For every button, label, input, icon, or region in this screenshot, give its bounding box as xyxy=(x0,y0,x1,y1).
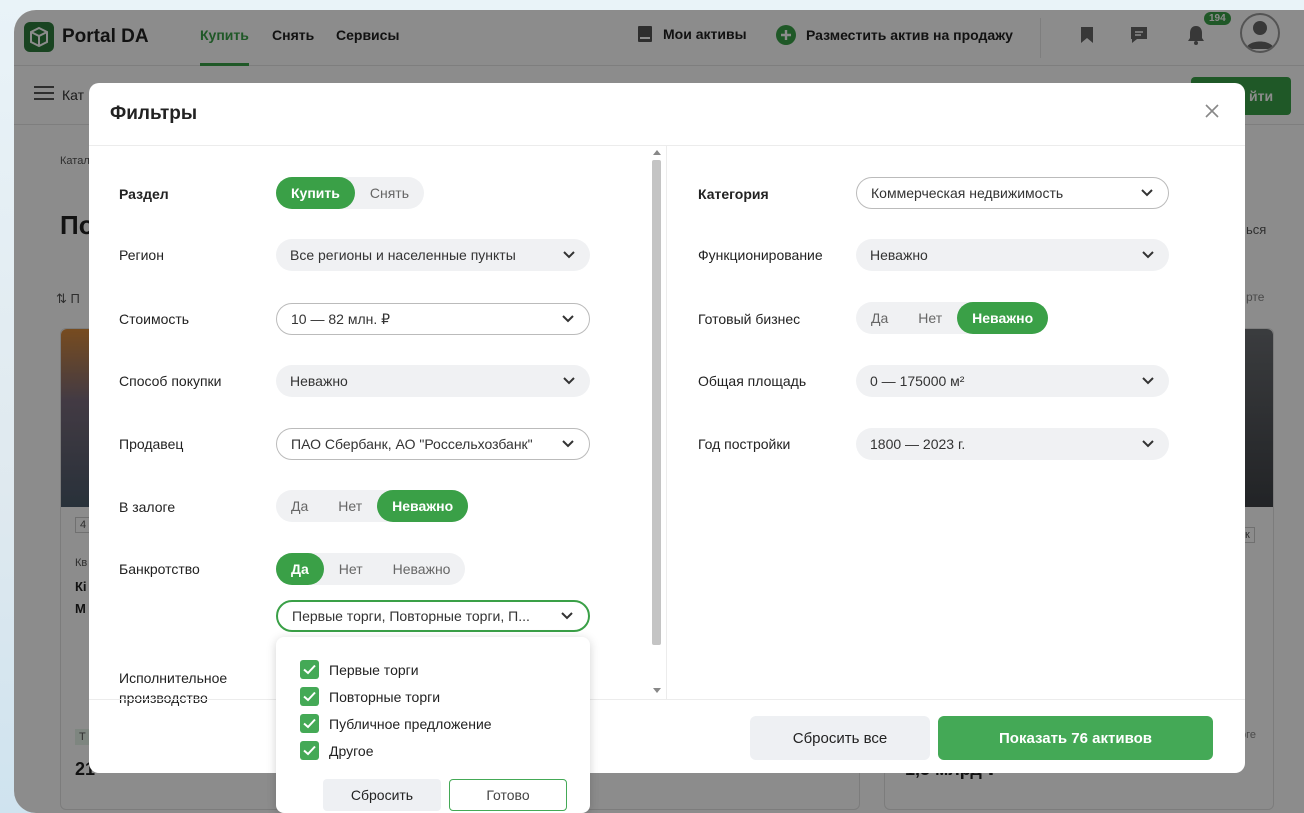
purchase-method-value: Неважно xyxy=(290,373,348,389)
modal-title: Фильтры xyxy=(110,103,198,124)
pledge-option-yes[interactable]: Да xyxy=(276,490,323,522)
ready-business-label: Готовый бизнес xyxy=(698,311,801,327)
enforcement-label-line2: производство xyxy=(119,690,208,706)
dropdown-reset-button[interactable]: Сбросить xyxy=(323,779,441,811)
filters-scrollbar[interactable] xyxy=(650,146,664,699)
build-year-label: Год постройки xyxy=(698,436,791,452)
column-divider xyxy=(666,146,667,699)
chevron-down-icon xyxy=(1141,189,1153,197)
auction-option-label: Публичное предложение xyxy=(329,715,492,732)
seller-value: ПАО Сбербанк, АО "Россельхозбанк" xyxy=(291,436,533,452)
category-label: Категория xyxy=(698,186,769,202)
chevron-down-icon xyxy=(562,315,574,323)
functioning-select[interactable]: Неважно xyxy=(856,239,1169,271)
seller-label: Продавец xyxy=(119,436,184,452)
check-icon xyxy=(303,718,316,729)
purchase-method-select[interactable]: Неважно xyxy=(276,365,590,397)
region-value: Все регионы и населенные пункты xyxy=(290,247,516,263)
ready-business-option-yes[interactable]: Да xyxy=(856,302,903,334)
close-icon[interactable] xyxy=(1205,104,1219,118)
pledge-option-any[interactable]: Неважно xyxy=(377,490,469,522)
chevron-down-icon xyxy=(562,440,574,448)
check-icon xyxy=(303,691,316,702)
auction-option-label: Повторные торги xyxy=(329,688,441,705)
auction-type-select[interactable]: Первые торги, Повторные торги, П... xyxy=(276,600,590,632)
auction-option-first[interactable]: Первые торги xyxy=(300,660,419,679)
total-area-value: 0 — 175000 м² xyxy=(870,373,965,389)
category-value: Коммерческая недвижимость xyxy=(871,185,1064,201)
chevron-down-icon xyxy=(1142,251,1154,259)
auction-type-value: Первые торги, Повторные торги, П... xyxy=(292,608,530,624)
section-option-buy[interactable]: Купить xyxy=(276,177,355,209)
bankruptcy-label: Банкротство xyxy=(119,561,200,577)
region-label: Регион xyxy=(119,247,164,263)
functioning-label: Функционирование xyxy=(698,247,823,263)
functioning-value: Неважно xyxy=(870,247,928,263)
auction-option-label: Первые торги xyxy=(329,661,419,678)
cost-select[interactable]: 10 — 82 млн. ₽ xyxy=(276,303,590,335)
auction-option-label: Другое xyxy=(329,742,374,759)
seller-select[interactable]: ПАО Сбербанк, АО "Россельхозбанк" xyxy=(276,428,590,460)
filters-modal: Фильтры Раздел Купить Снять Регион Все р… xyxy=(89,83,1245,773)
category-select[interactable]: Коммерческая недвижимость xyxy=(856,177,1169,209)
bankruptcy-toggle: Да Нет Неважно xyxy=(276,553,466,585)
bankruptcy-option-any[interactable]: Неважно xyxy=(378,553,466,585)
chevron-down-icon xyxy=(1142,440,1154,448)
purchase-method-label: Способ покупки xyxy=(119,373,222,389)
scroll-up-arrow[interactable] xyxy=(653,150,661,155)
chevron-down-icon xyxy=(563,377,575,385)
bankruptcy-option-yes[interactable]: Да xyxy=(276,553,324,585)
scroll-down-arrow[interactable] xyxy=(653,688,661,693)
show-results-button[interactable]: Показать 76 активов xyxy=(938,716,1213,760)
pledge-label: В залоге xyxy=(119,499,176,515)
build-year-select[interactable]: 1800 — 2023 г. xyxy=(856,428,1169,460)
enforcement-label: Исполнительное xyxy=(119,670,228,686)
ready-business-option-any[interactable]: Неважно xyxy=(957,302,1049,334)
auction-option-other[interactable]: Другое xyxy=(300,741,373,760)
dropdown-done-button[interactable]: Готово xyxy=(449,779,567,811)
section-toggle: Купить Снять xyxy=(276,177,424,209)
total-area-select[interactable]: 0 — 175000 м² xyxy=(856,365,1169,397)
section-label: Раздел xyxy=(119,186,169,202)
ready-business-toggle: Да Нет Неважно xyxy=(856,302,1049,334)
check-icon xyxy=(303,745,316,756)
checkbox-checked[interactable] xyxy=(300,687,319,706)
chevron-down-icon xyxy=(561,612,573,620)
section-option-rent[interactable]: Снять xyxy=(355,177,424,209)
total-area-label: Общая площадь xyxy=(698,373,807,389)
bankruptcy-option-no[interactable]: Нет xyxy=(324,553,378,585)
reset-all-button[interactable]: Сбросить все xyxy=(750,716,930,760)
checkbox-checked[interactable] xyxy=(300,741,319,760)
check-icon xyxy=(303,664,316,675)
auction-option-public-offer[interactable]: Публичное предложение xyxy=(300,714,492,733)
region-select[interactable]: Все регионы и населенные пункты xyxy=(276,239,590,271)
pledge-option-no[interactable]: Нет xyxy=(323,490,377,522)
checkbox-checked[interactable] xyxy=(300,660,319,679)
scroll-thumb[interactable] xyxy=(652,160,661,645)
ready-business-option-no[interactable]: Нет xyxy=(903,302,957,334)
chevron-down-icon xyxy=(1142,377,1154,385)
modal-footer-divider xyxy=(89,699,1245,700)
cost-value: 10 — 82 млн. ₽ xyxy=(291,310,391,327)
cost-label: Стоимость xyxy=(119,311,190,327)
auction-type-dropdown: Первые торги Повторные торги Публичное п… xyxy=(276,637,590,813)
modal-header-divider xyxy=(89,145,1245,146)
chevron-down-icon xyxy=(563,251,575,259)
auction-option-repeat[interactable]: Повторные торги xyxy=(300,687,440,706)
checkbox-checked[interactable] xyxy=(300,714,319,733)
pledge-toggle: Да Нет Неважно xyxy=(276,490,469,522)
build-year-value: 1800 — 2023 г. xyxy=(870,436,966,452)
